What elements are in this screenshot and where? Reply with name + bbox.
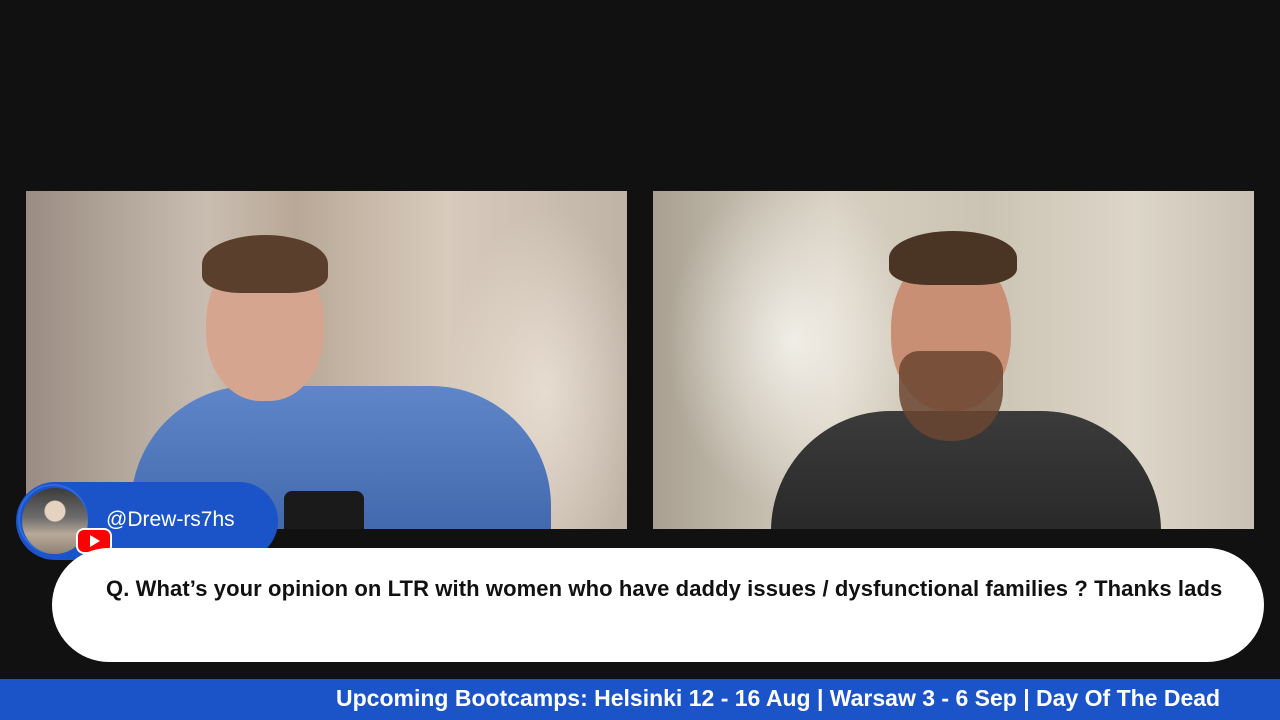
commenter-handle: @Drew-rs7hs <box>106 508 235 531</box>
question-text: Q. What’s your opinion on LTR with women… <box>106 576 1223 601</box>
ticker-text: Upcoming Bootcamps: Helsinki 12 - 16 Aug… <box>336 685 1221 711</box>
news-ticker: Upcoming Bootcamps: Helsinki 12 - 16 Aug… <box>0 679 1280 720</box>
video-tile-right <box>653 191 1254 529</box>
video-tile-left <box>26 191 627 529</box>
question-box: Q. What’s your opinion on LTR with women… <box>52 548 1264 662</box>
